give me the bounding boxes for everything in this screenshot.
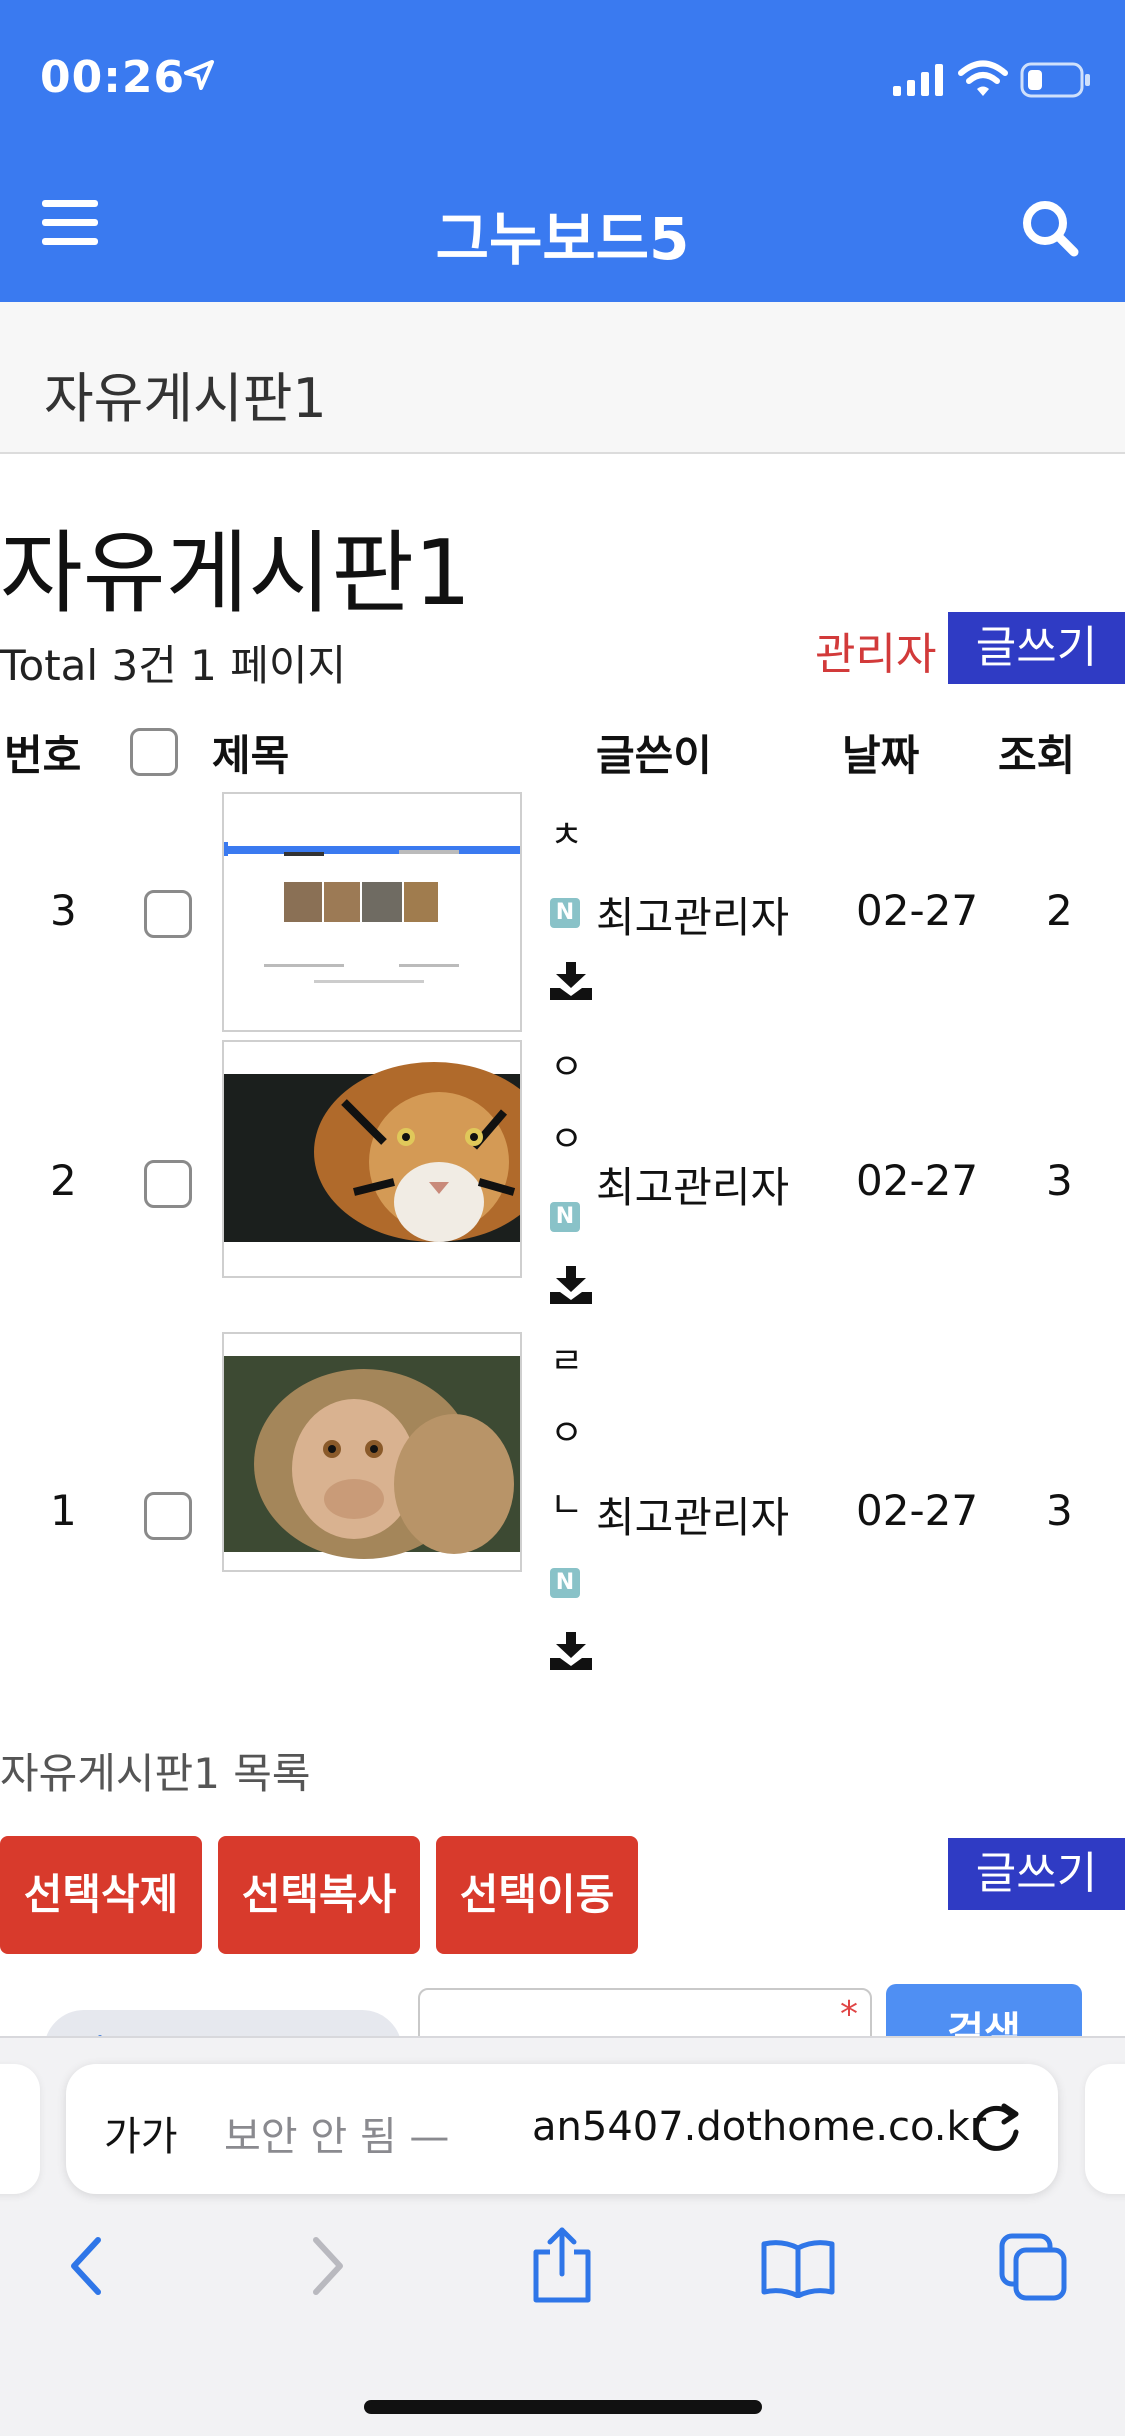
url-host: an5407.dothome.co.kr bbox=[532, 2104, 987, 2150]
column-header-date: 날짜 bbox=[842, 731, 920, 780]
post-subject-link[interactable]: ㅇ ㅇ N bbox=[550, 1032, 592, 1320]
write-button-bottom[interactable]: 글쓰기 bbox=[948, 1838, 1125, 1910]
row-checkbox[interactable] bbox=[144, 1492, 192, 1540]
post-subject-link[interactable]: ㄹ ㅇ ㄴ N bbox=[550, 1326, 592, 1686]
post-number: 3 bbox=[50, 886, 77, 935]
monkey-image bbox=[224, 1334, 520, 1570]
post-thumbnail[interactable] bbox=[222, 1040, 522, 1278]
subject-text: ㅊ bbox=[550, 815, 584, 856]
next-tab-peek[interactable] bbox=[1085, 2064, 1125, 2194]
battery-icon bbox=[1020, 62, 1090, 98]
column-header-subject: 제목 bbox=[212, 731, 290, 780]
website-screenshot-image bbox=[224, 794, 520, 1030]
column-header-hits: 조회 bbox=[998, 731, 1076, 780]
post-author[interactable]: 최고관리자 bbox=[596, 1484, 789, 1545]
admin-link[interactable]: 관리자 bbox=[815, 618, 936, 682]
page-title: 자유게시판1 bbox=[0, 521, 472, 626]
previous-tab-peek[interactable] bbox=[0, 2064, 40, 2194]
post-number: 2 bbox=[50, 1156, 77, 1205]
new-post-icon: N bbox=[550, 898, 580, 928]
post-hits: 2 bbox=[1046, 886, 1073, 935]
bookmarks-icon[interactable] bbox=[760, 2238, 836, 2298]
forward-icon[interactable] bbox=[308, 2234, 348, 2298]
required-star-icon: * bbox=[840, 1994, 858, 2035]
back-icon[interactable] bbox=[66, 2234, 106, 2298]
subject-text: ㅇ bbox=[550, 1119, 584, 1160]
row-checkbox[interactable] bbox=[144, 890, 192, 938]
post-date: 02-27 bbox=[856, 1486, 979, 1535]
new-post-icon: N bbox=[550, 1568, 580, 1598]
wifi-icon bbox=[958, 60, 1008, 96]
address-bar[interactable]: 가가 보안 안 됨 — an5407.dothome.co.kr bbox=[66, 2064, 1058, 2194]
app-header: 00:26 그누보드5 bbox=[0, 0, 1125, 302]
breadcrumb: 자유게시판1 bbox=[0, 302, 1125, 454]
write-button-top[interactable]: 글쓰기 bbox=[948, 612, 1125, 684]
location-arrow-icon bbox=[184, 60, 214, 90]
post-thumbnail[interactable] bbox=[222, 792, 522, 1032]
new-post-icon: N bbox=[550, 1202, 580, 1232]
post-hits: 3 bbox=[1046, 1156, 1073, 1205]
post-number: 1 bbox=[50, 1486, 77, 1535]
subject-text: ㅇ bbox=[550, 1413, 584, 1454]
download-icon bbox=[550, 1266, 592, 1304]
subject-text: ㄴ bbox=[550, 1485, 584, 1526]
post-subject-link[interactable]: ㅊ N bbox=[550, 800, 592, 1016]
browser-toolbar: 가가 보안 안 됨 — an5407.dothome.co.kr bbox=[0, 2036, 1125, 2436]
list-caption: 자유게시판1 목록 bbox=[0, 1749, 311, 1798]
tabs-icon[interactable] bbox=[998, 2232, 1070, 2302]
column-header-author: 글쓴이 bbox=[596, 731, 712, 780]
copy-selected-button[interactable]: 선택복사 bbox=[218, 1836, 420, 1954]
post-author[interactable]: 최고관리자 bbox=[596, 884, 789, 945]
subject-text: ㅇ bbox=[550, 1047, 584, 1088]
column-header-num: 번호 bbox=[4, 731, 82, 780]
post-author[interactable]: 최고관리자 bbox=[596, 1154, 789, 1215]
row-checkbox[interactable] bbox=[144, 1160, 192, 1208]
status-time: 00:26 bbox=[40, 52, 186, 103]
post-thumbnail[interactable] bbox=[222, 1332, 522, 1572]
breadcrumb-title: 자유게시판1 bbox=[44, 367, 327, 430]
post-date: 02-27 bbox=[856, 886, 979, 935]
text-size-button[interactable]: 가가 bbox=[104, 2104, 178, 2162]
insecure-label: 보안 안 됨 — bbox=[224, 2114, 450, 2160]
post-hits: 3 bbox=[1046, 1486, 1073, 1535]
home-indicator bbox=[364, 2400, 762, 2414]
share-icon[interactable] bbox=[530, 2224, 594, 2304]
site-title[interactable]: 그누보드5 bbox=[0, 192, 1125, 276]
select-all-checkbox[interactable] bbox=[130, 728, 178, 776]
total-count: Total 3건 1 페이지 bbox=[0, 641, 347, 690]
post-date: 02-27 bbox=[856, 1156, 979, 1205]
download-icon bbox=[550, 1632, 592, 1670]
search-icon[interactable] bbox=[1020, 198, 1080, 258]
move-selected-button[interactable]: 선택이동 bbox=[436, 1836, 638, 1954]
reload-icon[interactable] bbox=[966, 2098, 1026, 2158]
tiger-image bbox=[224, 1042, 520, 1276]
cellular-signal-icon bbox=[893, 64, 943, 96]
subject-text: ㄹ bbox=[550, 1341, 584, 1382]
download-icon bbox=[550, 962, 592, 1000]
delete-selected-button[interactable]: 선택삭제 bbox=[0, 1836, 202, 1954]
